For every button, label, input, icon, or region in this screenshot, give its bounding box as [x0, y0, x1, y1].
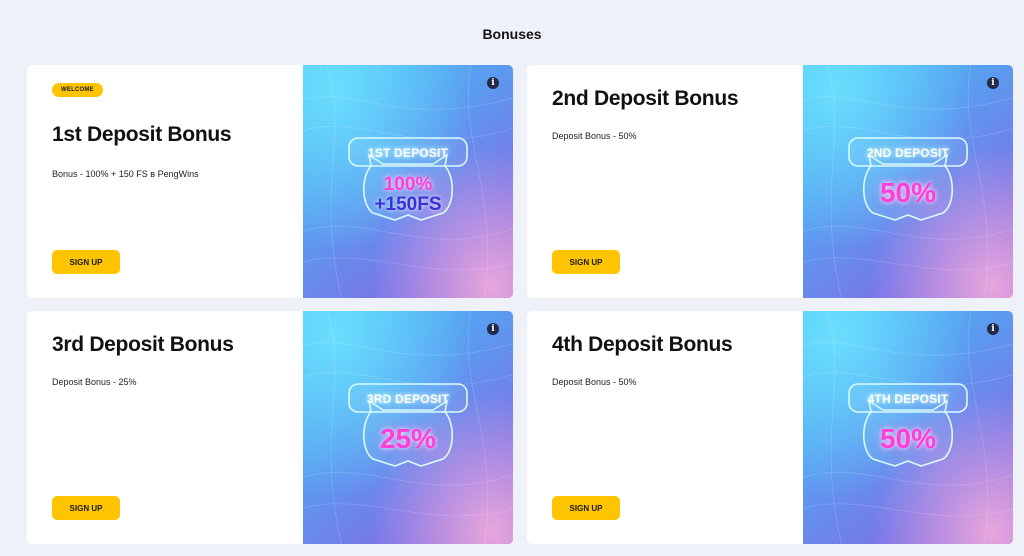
card-title: 1st Deposit Bonus	[52, 123, 232, 146]
welcome-badge: WELCOME	[52, 83, 103, 97]
bonus-artwork: i 4TH DEPOSIT 50%	[803, 311, 1013, 544]
bonus-card-4: 4th Deposit Bonus Deposit Bonus - 50% SI…	[527, 311, 1013, 544]
sign-up-button[interactable]: SIGN UP	[52, 250, 120, 274]
deposit-label: 2ND DEPOSIT	[866, 146, 950, 160]
info-icon[interactable]: i	[487, 323, 499, 335]
card-text-area: WELCOME 1st Deposit Bonus Bonus - 100% +…	[27, 65, 304, 298]
bonus-value: 25%	[379, 423, 437, 454]
bonus-card-2: 2nd Deposit Bonus Deposit Bonus - 50% SI…	[527, 65, 1013, 298]
sign-up-button[interactable]: SIGN UP	[52, 496, 120, 520]
card-text-area: 4th Deposit Bonus Deposit Bonus - 50% SI…	[527, 311, 804, 544]
card-description: Bonus - 100% + 150 FS в PengWins	[52, 169, 199, 179]
card-text-area: 3rd Deposit Bonus Deposit Bonus - 25% SI…	[27, 311, 304, 544]
bonus-percent: 100%	[383, 174, 433, 195]
card-title: 2nd Deposit Bonus	[552, 87, 739, 110]
card-text-area: 2nd Deposit Bonus Deposit Bonus - 50% SI…	[527, 65, 804, 298]
info-icon[interactable]: i	[487, 77, 499, 89]
card-description: Deposit Bonus - 50%	[552, 131, 637, 141]
card-title: 3rd Deposit Bonus	[52, 333, 234, 356]
sign-up-button[interactable]: SIGN UP	[552, 496, 620, 520]
card-title: 4th Deposit Bonus	[552, 333, 733, 356]
bonus-free-spins: +150FS	[374, 194, 442, 215]
bonus-artwork: i 2ND DEPOSIT 50%	[803, 65, 1013, 298]
bonus-value: 50%	[879, 177, 937, 208]
deposit-label: 1ST DEPOSIT	[367, 146, 449, 160]
page-title: Bonuses	[482, 26, 542, 42]
bonus-value: 50%	[879, 423, 937, 454]
bonus-artwork: i 3RD DEPOSIT 25%	[303, 311, 513, 544]
sign-up-button[interactable]: SIGN UP	[552, 250, 620, 274]
bonus-card-3: 3rd Deposit Bonus Deposit Bonus - 25% SI…	[27, 311, 513, 544]
info-icon[interactable]: i	[987, 323, 999, 335]
deposit-label: 4TH DEPOSIT	[867, 392, 949, 406]
bonus-value: 100% +150FS	[303, 175, 513, 215]
card-description: Deposit Bonus - 25%	[52, 377, 137, 387]
bonus-card-1: WELCOME 1st Deposit Bonus Bonus - 100% +…	[27, 65, 513, 298]
info-icon[interactable]: i	[987, 77, 999, 89]
card-description: Deposit Bonus - 50%	[552, 377, 637, 387]
bonus-artwork: i 1ST DEPOSIT 100% +150FS	[303, 65, 513, 298]
deposit-label: 3RD DEPOSIT	[366, 392, 450, 406]
